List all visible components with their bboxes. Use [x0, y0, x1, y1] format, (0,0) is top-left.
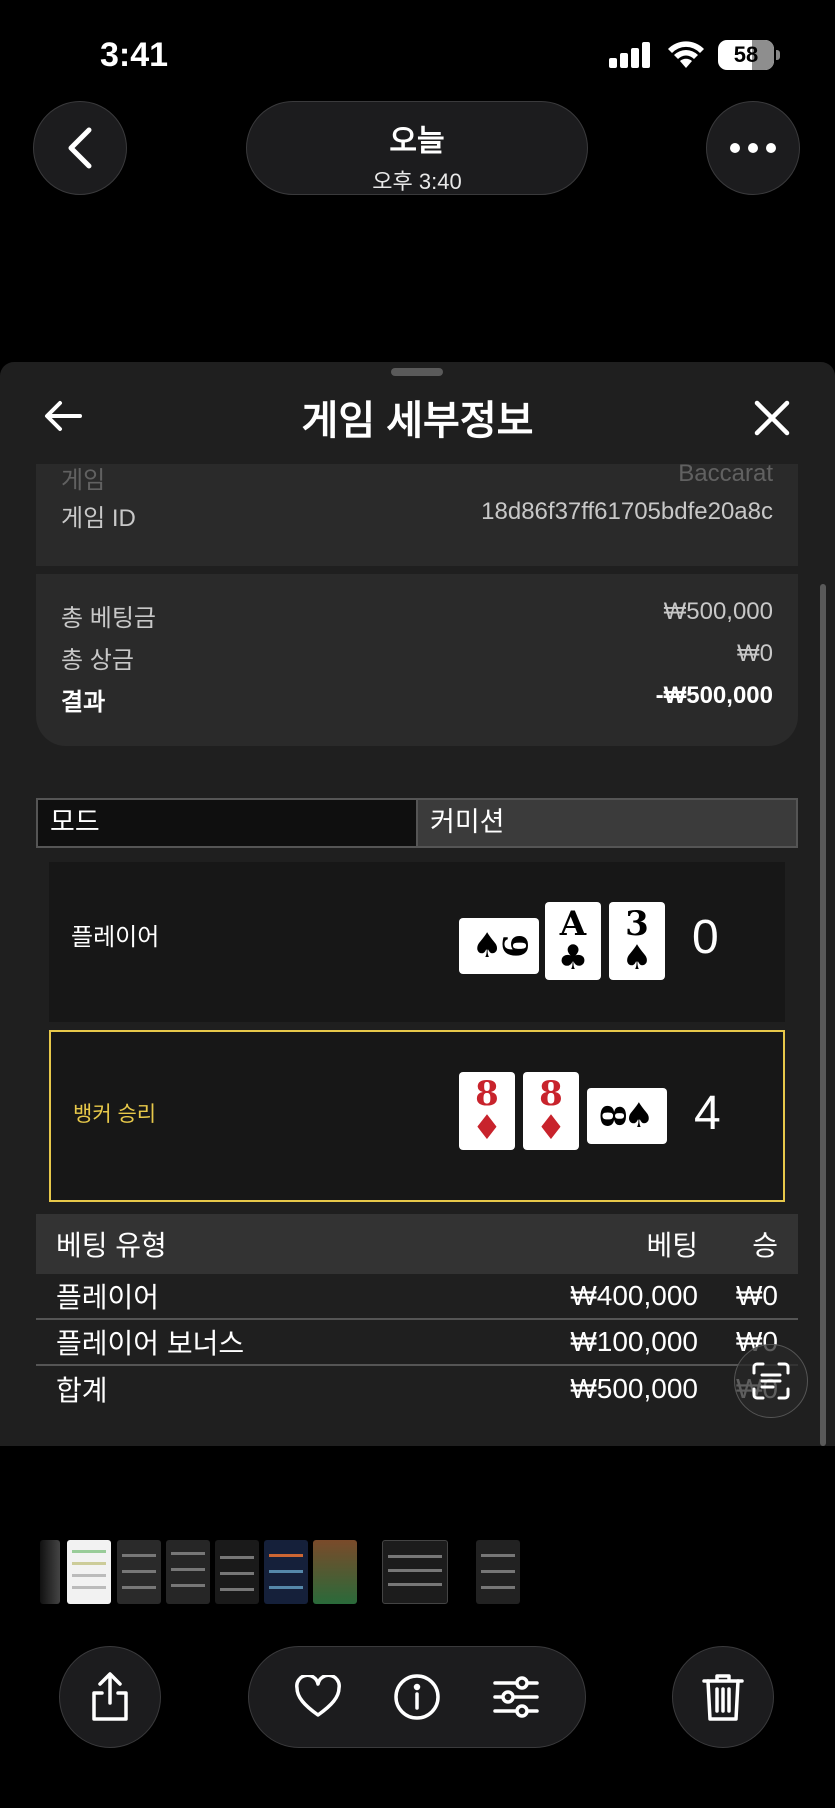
bet-type: 플레이어 보너스: [56, 1328, 245, 1359]
ellipsis-icon: [730, 143, 776, 153]
adjust-icon[interactable]: [492, 1675, 540, 1719]
column-header: 승: [752, 1230, 778, 1261]
table-row: 합계 ₩500,000 ₩0: [36, 1366, 798, 1412]
photo-date: 오늘: [389, 125, 445, 158]
column-header: 베팅 유형: [56, 1230, 167, 1261]
thumbnail[interactable]: [117, 1540, 161, 1604]
table-row: 플레이어 보너스 ₩100,000 ₩0: [36, 1320, 798, 1366]
status-bar: 3:41 58: [0, 0, 835, 100]
summary-row-total-win: 총 상금 ₩0: [61, 640, 773, 675]
thumbnail[interactable]: [40, 1540, 60, 1604]
thumbnail-selected[interactable]: [382, 1540, 448, 1604]
banker-hand: 뱅커 승리 8 ♦ 8 ♦ 8 ♠ 4: [49, 1030, 785, 1202]
share-button[interactable]: [59, 1646, 161, 1748]
info-value: 18d86f37ff61705bdfe20a8c: [481, 498, 773, 525]
wifi-icon: [668, 41, 704, 68]
info-row-game-id: 게임 ID 18d86f37ff61705bdfe20a8c: [61, 498, 773, 533]
photo-time: 오후 3:40: [372, 169, 462, 194]
summary-value: ₩0: [737, 640, 773, 667]
playing-card: 8 ♠: [587, 1088, 667, 1144]
table-row: 플레이어 ₩400,000 ₩0: [36, 1274, 798, 1320]
photo-actions-group: [248, 1646, 586, 1748]
back-button[interactable]: [33, 101, 127, 195]
close-icon[interactable]: [752, 398, 792, 438]
column-header: 베팅: [646, 1230, 698, 1261]
delete-button[interactable]: [672, 1646, 774, 1748]
tab-commission[interactable]: 커미션: [416, 800, 796, 846]
playing-card: 8 ♦: [459, 1072, 515, 1150]
bet-type: 합계: [56, 1375, 108, 1406]
playing-card: 8 ♦: [523, 1072, 579, 1150]
info-value: Baccarat: [678, 460, 773, 487]
table-header: 베팅 유형 베팅 승: [36, 1214, 798, 1274]
scrollbar[interactable]: [820, 584, 826, 1446]
text-scan-icon: [752, 1362, 790, 1400]
player-score: 0: [692, 911, 719, 964]
cellular-signal-icon: [609, 42, 651, 68]
sheet-title: 게임 세부정보: [301, 399, 534, 443]
summary-value: ₩500,000: [663, 598, 773, 625]
win-amount: ₩0: [736, 1280, 778, 1311]
info-row-game: 게임 Baccarat: [61, 460, 773, 495]
player-hand-label: 플레이어: [71, 924, 160, 951]
playing-card: A ♣: [545, 902, 601, 980]
battery-icon: 58: [718, 40, 780, 70]
info-label: 게임 ID: [61, 505, 136, 532]
summary-value: -₩500,000: [655, 682, 773, 709]
banker-score: 4: [694, 1087, 721, 1140]
playing-card: ♠ 9: [459, 918, 539, 974]
info-icon[interactable]: [393, 1673, 441, 1721]
trash-icon: [702, 1674, 744, 1721]
thumbnail[interactable]: [166, 1540, 210, 1604]
info-label: 게임: [61, 467, 106, 494]
thumbnail[interactable]: [476, 1540, 520, 1604]
player-hand: 플레이어 ♠ 9 A ♣ 3 ♠ 0: [49, 862, 785, 1022]
bet-amount: ₩400,000: [570, 1280, 698, 1311]
summary-label: 총 상금: [61, 647, 134, 674]
thumbnail[interactable]: [313, 1540, 357, 1604]
playing-card: 3 ♠: [609, 902, 665, 980]
game-details-sheet: 게임 세부정보 게임 Baccarat 게임 ID 18d86f37ff6170…: [0, 362, 835, 1446]
summary-label: 총 베팅금: [61, 605, 156, 632]
summary-row-result: 결과 -₩500,000: [61, 682, 773, 717]
sheet-grabber[interactable]: [391, 368, 443, 376]
tab-mode[interactable]: 모드: [38, 800, 416, 846]
bet-amount: ₩500,000: [570, 1373, 698, 1404]
summary-card: 총 베팅금 ₩500,000 총 상금 ₩0 결과 -₩500,000: [36, 574, 798, 746]
bet-type: 플레이어: [56, 1282, 160, 1313]
thumbnail[interactable]: [264, 1540, 308, 1604]
game-info-card: 게임 Baccarat 게임 ID 18d86f37ff61705bdfe20a…: [36, 460, 798, 566]
share-icon: [92, 1672, 128, 1721]
photo-date-pill: 오늘 오후 3:40: [246, 101, 588, 195]
live-text-button[interactable]: [734, 1344, 808, 1418]
mode-tabs: 모드 커미션: [36, 798, 798, 848]
banker-hand-label: 뱅커 승리: [73, 1103, 157, 1126]
bet-amount: ₩100,000: [570, 1326, 698, 1357]
summary-row-total-bet: 총 베팅금 ₩500,000: [61, 598, 773, 633]
status-time: 3:41: [100, 36, 169, 74]
chevron-left-icon: [68, 127, 92, 169]
more-button[interactable]: [706, 101, 800, 195]
thumbnail-strip[interactable]: [0, 1540, 835, 1604]
thumbnail[interactable]: [215, 1540, 259, 1604]
battery-level: 58: [733, 42, 759, 67]
thumbnail[interactable]: [67, 1540, 111, 1604]
bet-table: 베팅 유형 베팅 승 플레이어 ₩400,000 ₩0 플레이어 보너스 ₩10…: [36, 1214, 798, 1412]
heart-icon[interactable]: [294, 1675, 342, 1719]
summary-label: 결과: [61, 689, 106, 716]
